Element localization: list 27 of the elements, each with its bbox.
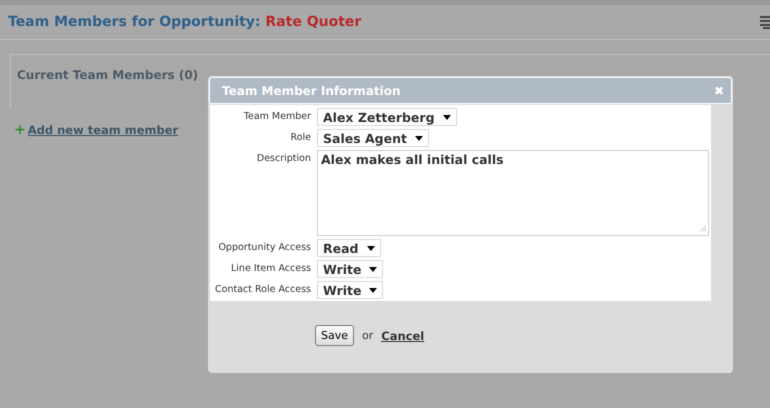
dropdown[interactable]: Write (317, 260, 384, 278)
caret-icon (366, 246, 374, 250)
list-icon[interactable] (760, 14, 770, 30)
dialog-title: Team Member Information (222, 84, 401, 98)
caret-icon (414, 136, 423, 140)
dropdown[interactable]: Write (317, 281, 384, 299)
opportunity-name: Rate Quoter (265, 14, 362, 30)
dropdown[interactable]: Read (317, 239, 380, 257)
caret-icon (369, 266, 378, 272)
resize-grip-icon[interactable] (698, 225, 706, 233)
field-label: Line Item Access (230, 262, 311, 276)
field-label: Contact Role Access (214, 283, 311, 297)
cancel-link[interactable]: Cancel (381, 328, 424, 342)
field-label: Description (256, 152, 311, 166)
dropdown[interactable]: Sales Agent (317, 129, 429, 147)
page-title: Team Members for Opportunity: (8, 14, 261, 30)
panel-heading: Current Team Members (0) (17, 68, 198, 82)
field-label: Team Member (242, 110, 311, 124)
plus-icon: + (14, 122, 26, 138)
field-label: Role (290, 131, 311, 145)
save-button[interactable]: Save (315, 325, 354, 346)
field-label: Opportunity Access (217, 241, 311, 255)
description-field[interactable]: Alex makes all initial calls (317, 150, 709, 236)
caret-icon (442, 114, 451, 120)
or-text: or (362, 329, 374, 342)
caret-icon (369, 288, 378, 292)
dropdown[interactable]: Alex Zetterberg (317, 108, 457, 126)
